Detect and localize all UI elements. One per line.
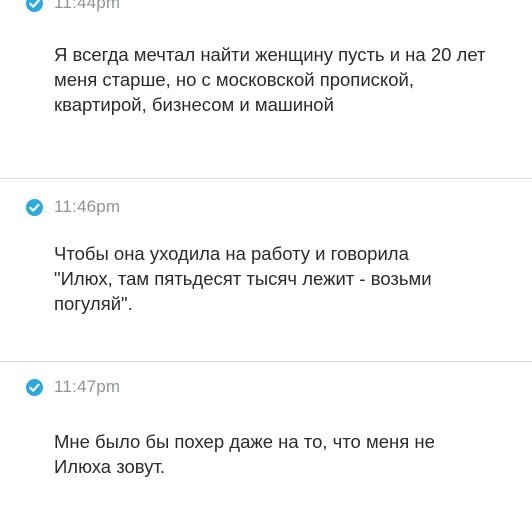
message-text: Чтобы она уходила на работу и говорила "… (54, 243, 432, 314)
message-text: Мне было бы похер даже на то, что меня н… (54, 431, 435, 477)
message-header: 11:46pm (25, 196, 120, 218)
message-header: 11:47pm (25, 376, 120, 398)
message-header: 11:44pm (25, 0, 120, 14)
message-timestamp: 11:46pm (54, 197, 121, 216)
message-timestamp: 11:44pm (54, 0, 121, 12)
message-text: Я всегда мечтал найти женщину пусть и на… (54, 44, 486, 115)
message-timestamp: 11:47pm (54, 377, 121, 396)
check-circle-icon (25, 0, 44, 13)
message-entry: 11:47pm Мне было бы похер даже на то, чт… (0, 362, 532, 507)
message-entry: 11:44pm Я всегда мечтал найти женщину пу… (0, 0, 532, 180)
check-circle-icon (25, 198, 44, 217)
check-circle-icon (25, 378, 44, 397)
message-feed: 11:44pm Я всегда мечтал найти женщину пу… (0, 0, 532, 507)
message-entry: 11:46pm Чтобы она уходила на работу и го… (0, 179, 532, 364)
